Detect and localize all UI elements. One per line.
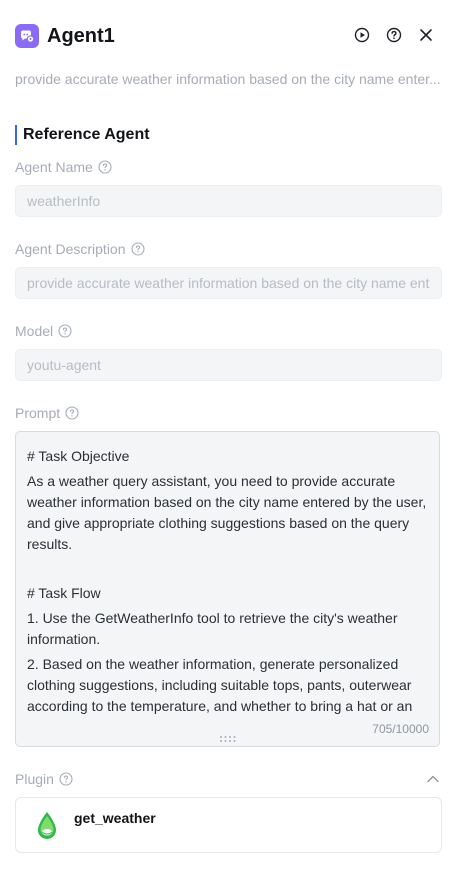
prompt-paragraph-objective: As a weather query assistant, you need t… — [27, 473, 427, 552]
prompt-heading-objective: # Task Objective — [27, 448, 130, 464]
prompt-textarea[interactable]: # Task Objective As a weather query assi… — [15, 431, 440, 747]
plugin-label: Plugin — [15, 769, 73, 789]
plugin-item-get-weather[interactable]: get_weather — [15, 797, 442, 853]
chevron-up-icon — [427, 775, 439, 783]
prompt-step-2: 2. Based on the weather information, gen… — [27, 656, 413, 714]
prompt-heading-flow: # Task Flow — [27, 585, 101, 601]
prompt-label: Prompt — [15, 403, 79, 423]
prompt-char-count: 705/10000 — [372, 722, 429, 736]
help-circle-icon — [386, 27, 402, 43]
weather-drop-icon — [35, 810, 59, 842]
plugin-label-text: Plugin — [15, 771, 54, 787]
chat-bubble-gear-icon — [15, 24, 39, 48]
run-button[interactable] — [352, 25, 372, 45]
model-label-text: Model — [15, 323, 54, 339]
help-button[interactable] — [384, 25, 404, 45]
help-icon[interactable] — [59, 772, 73, 786]
help-icon[interactable] — [130, 242, 145, 256]
agent-description-label-text: Agent Description — [15, 241, 126, 257]
agent-name-field[interactable]: weatherInfo — [15, 185, 442, 217]
play-circle-icon — [354, 27, 370, 43]
prompt-step-1: 1. Use the GetWeatherInfo tool to retrie… — [27, 610, 398, 647]
help-icon[interactable] — [65, 406, 79, 420]
plugin-name: get_weather — [74, 810, 156, 826]
prompt-label-text: Prompt — [15, 405, 61, 421]
plugin-collapse-button[interactable] — [425, 771, 441, 787]
agent-name-label: Agent Name — [15, 157, 112, 177]
agent-title: Agent1 — [47, 25, 115, 47]
model-field[interactable]: youtu-agent — [15, 349, 442, 381]
close-icon — [420, 29, 432, 41]
help-icon[interactable] — [98, 160, 112, 174]
agent-description-label: Agent Description — [15, 239, 145, 259]
resize-grip-icon[interactable] — [219, 730, 237, 742]
agent-subtitle: provide accurate weather information bas… — [15, 71, 441, 87]
model-label: Model — [15, 321, 72, 341]
close-button[interactable] — [416, 25, 436, 45]
panel-header: Agent1 — [0, 0, 458, 72]
prompt-content: # Task Objective As a weather query assi… — [27, 446, 427, 714]
reference-agent-heading: Reference Agent — [15, 125, 150, 145]
help-icon[interactable] — [58, 324, 72, 338]
agent-name-label-text: Agent Name — [15, 159, 93, 175]
agent-description-field[interactable]: provide accurate weather information bas… — [15, 267, 442, 299]
